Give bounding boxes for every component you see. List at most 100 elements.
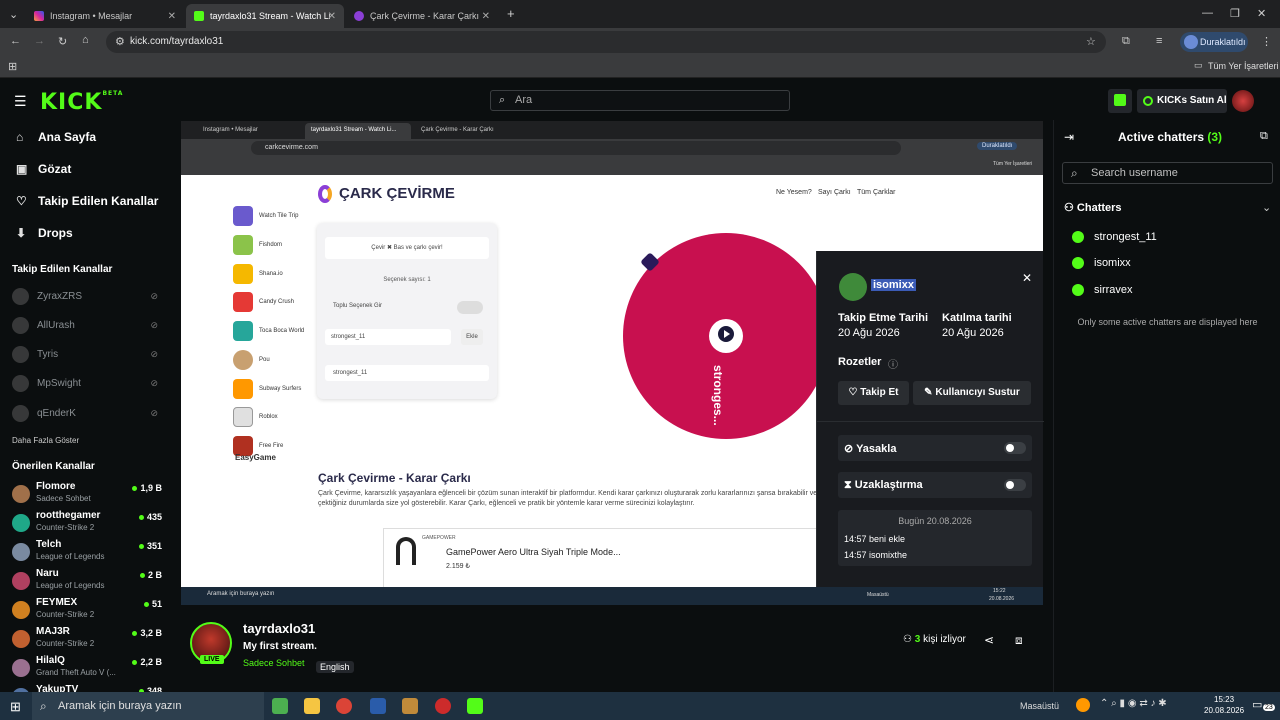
username[interactable]: isomixx: [871, 279, 916, 291]
forward-icon[interactable]: →: [34, 35, 45, 47]
windows-start-icon[interactable]: ⊞: [10, 699, 21, 715]
new-tab-icon[interactable]: +: [507, 6, 515, 21]
notification-icon[interactable]: ▭: [1252, 698, 1262, 711]
followed-channel[interactable]: ZyraxZRS ⊘: [12, 287, 162, 305]
user-avatar[interactable]: [1232, 90, 1254, 112]
language-tag[interactable]: English: [316, 657, 354, 675]
recommended-channel[interactable]: MAJ3R Counter-Strike 2 3,2 B: [12, 626, 162, 654]
back-icon[interactable]: ←: [10, 35, 21, 47]
app-icon[interactable]: [402, 698, 418, 714]
info-icon[interactable]: ⓘ: [888, 356, 898, 371]
captured-tab-bar: Instagram • Mesajlar tayrdaxlo31 Stream …: [181, 121, 1043, 139]
recommended-channel[interactable]: Flomore Sadece Sohbet 1,9 B: [12, 481, 162, 509]
chatters-note: Only some active chatters are displayed …: [1077, 317, 1258, 327]
menu-kebab-icon[interactable]: ⋮: [1261, 35, 1272, 48]
apps-grid-icon[interactable]: ⊞: [8, 60, 17, 73]
minimize-icon[interactable]: —: [1202, 7, 1213, 19]
close-icon[interactable]: ✕: [482, 11, 490, 22]
buy-kicks-button[interactable]: KICKs Satın Al: [1137, 89, 1227, 113]
clock-time[interactable]: 15:23: [1214, 695, 1234, 704]
popout-icon[interactable]: ⧉: [1260, 130, 1268, 143]
home-icon[interactable]: ⌂: [82, 34, 89, 46]
offline-icon: ⊘: [150, 407, 158, 418]
maximize-icon[interactable]: ❐: [1230, 7, 1240, 20]
followed-channel[interactable]: qEnderK ⊘: [12, 404, 162, 422]
reading-list-icon[interactable]: ≡: [1156, 35, 1162, 47]
windows-taskbar: ⊞ ⌕ Aramak için buraya yazın Masaüstü ⌃ …: [0, 692, 1280, 720]
chrome-icon[interactable]: [336, 698, 352, 714]
add-option-button: Ekle: [461, 329, 483, 345]
chevron-down-icon[interactable]: ⌄: [1262, 201, 1271, 214]
app-name: Candy Crush: [259, 299, 295, 305]
chatter-item[interactable]: strongest_11: [1072, 231, 1157, 243]
recommended-channel[interactable]: Telch League of Legends 351: [12, 539, 162, 567]
tab-cark[interactable]: Çark Çevirme - Karar Çarkı ✕: [346, 4, 498, 28]
chatter-item[interactable]: isomixx: [1072, 257, 1131, 269]
close-icon[interactable]: ✕: [168, 11, 176, 22]
stream-category-link[interactable]: Sadece Sohbet: [243, 658, 305, 668]
app-icon[interactable]: [370, 698, 386, 714]
desktop-label[interactable]: Masaüstü: [1020, 701, 1059, 711]
nav-drops[interactable]: ⬇ Drops: [16, 226, 73, 240]
clock-date[interactable]: 20.08.2026: [1204, 706, 1244, 715]
article-title: Çark Çevirme - Karar Çarkı: [318, 471, 471, 485]
app-icon: [233, 292, 253, 312]
recommended-channel[interactable]: HilalQ Grand Theft Auto V (... 2,2 B: [12, 655, 162, 683]
all-bookmarks-link[interactable]: Tüm Yer İşaretleri: [1208, 61, 1279, 71]
chatter-item[interactable]: sirravex: [1072, 284, 1133, 296]
url-field[interactable]: ⚙ kick.com/tayrdaxlo31 ☆: [106, 31, 1106, 53]
taskbar-search[interactable]: ⌕ Aramak için buraya yazın: [32, 692, 264, 720]
follow-button[interactable]: ♡ Takip Et: [838, 381, 909, 405]
nav-following[interactable]: ♡ Takip Edilen Kanallar: [16, 194, 158, 208]
followed-channel[interactable]: AllUrash ⊘: [12, 316, 162, 334]
viewer-count-text: 1,9 B: [140, 483, 162, 493]
mute-user-button[interactable]: ✎ Kullanıcıyı Sustur: [913, 381, 1031, 405]
bookmark-star-icon[interactable]: ☆: [1086, 31, 1096, 53]
nav-browse[interactable]: ▣ Gözat: [16, 162, 71, 176]
search-input[interactable]: ⌕ Ara: [490, 90, 790, 111]
recommended-channel[interactable]: rootthegamer Counter-Strike 2 435: [12, 510, 162, 538]
minecraft-icon[interactable]: [467, 698, 483, 714]
hamburger-menu-icon[interactable]: ☰: [14, 93, 27, 110]
channel-manager-button[interactable]: [1108, 89, 1132, 113]
timeout-toggle[interactable]: [1004, 479, 1026, 491]
channel-name[interactable]: tayrdaxlo31: [243, 621, 315, 636]
spin-button: [709, 319, 743, 353]
minecraft-icon[interactable]: [272, 698, 288, 714]
close-icon[interactable]: ✕: [328, 11, 336, 22]
ban-toggle[interactable]: [1004, 442, 1026, 454]
ban-row[interactable]: ⊘ Yasakla: [838, 435, 1032, 461]
collapse-chat-icon[interactable]: ⇥: [1064, 130, 1074, 144]
followed-channel[interactable]: MpSwight ⊘: [12, 374, 162, 392]
profile-button[interactable]: Duraklatıldı: [1180, 32, 1248, 52]
app-name: Fishdom: [259, 242, 283, 248]
clip-icon[interactable]: ⧈: [1015, 633, 1023, 648]
tab-instagram[interactable]: Instagram • Mesajlar ✕: [26, 4, 184, 28]
play-triangle: [724, 330, 730, 338]
nav-home[interactable]: ⌂ Ana Sayfa: [16, 130, 96, 144]
reload-icon[interactable]: ↻: [58, 35, 67, 48]
show-more-link[interactable]: Daha Fazla Göster: [12, 436, 79, 445]
recommended-channel[interactable]: YakupTV 348: [12, 684, 162, 692]
site-info-icon[interactable]: ⚙: [115, 31, 125, 53]
kick-logo[interactable]: KICKBETA: [40, 90, 123, 115]
recommended-channel[interactable]: FEYMEX Counter-Strike 2 51: [12, 597, 162, 625]
recommended-channel[interactable]: Naru League of Legends 2 B: [12, 568, 162, 596]
weather-icon[interactable]: [1076, 698, 1090, 712]
tray-icons[interactable]: ⌃ ⌕ ▮ ◉ ⇄ ♪ ✱: [1100, 698, 1167, 709]
followed-channel[interactable]: Tyris ⊘: [12, 345, 162, 363]
channel-name: rootthegamer: [36, 510, 101, 521]
drops-icon: ⬇: [16, 226, 27, 240]
extensions-icon[interactable]: ⧉: [1122, 35, 1130, 48]
timeout-row[interactable]: ⧗ Uzaklaştırma: [838, 472, 1032, 498]
share-icon[interactable]: ⋖: [984, 633, 994, 647]
viewer-count-text: 2,2 B: [140, 657, 162, 667]
window-close-icon[interactable]: ✕: [1257, 7, 1266, 20]
search-username-input[interactable]: ⌕ Search username: [1062, 162, 1273, 184]
file-explorer-icon[interactable]: [304, 698, 320, 714]
close-icon[interactable]: ✕: [1022, 271, 1032, 285]
tab-kick-stream[interactable]: tayrdaxlo31 Stream - Watch Live ✕: [186, 4, 344, 28]
article-text: Çark Çevirme, kararsızlık yaşayanlara eğ…: [318, 490, 818, 507]
obs-icon[interactable]: [435, 698, 451, 714]
tab-search-icon[interactable]: ⌄: [9, 8, 18, 21]
